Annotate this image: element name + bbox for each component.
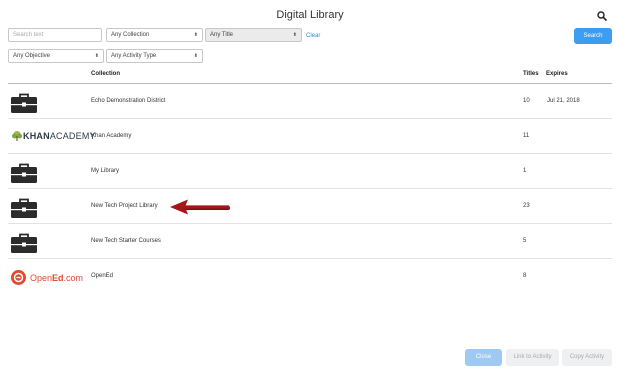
collection-select-value: Any Collection [111,32,150,38]
table-row[interactable]: Echo Demonstration District 10 Jul 21, 2… [8,84,612,119]
select-arrows-icon: ⬍ [193,32,198,38]
briefcase-icon [11,233,37,253]
collection-select[interactable]: Any Collection ⬍ [106,28,203,42]
table-row[interactable]: OpenEd.com OpenEd 8 [8,259,612,294]
row-logo: KHANACADEMY [8,126,96,148]
copy-activity-button[interactable]: Copy Activity [562,349,612,366]
select-arrows-icon: ⬍ [193,53,198,59]
collection-name[interactable]: Khan Academy [91,119,131,154]
collection-name[interactable]: New Tech Project Library [91,189,158,224]
table-row[interactable]: New Tech Project Library 23 [8,189,612,224]
title-select[interactable]: Any Title ⬍ [205,28,302,42]
annotation-arrow-icon [170,199,230,215]
row-logo [8,196,86,218]
objective-select-value: Any Objective [13,53,51,59]
titles-count: 5 [523,238,527,244]
select-arrows-icon: ⬍ [94,53,99,59]
table-row[interactable]: New Tech Starter Courses 5 [8,224,612,259]
titles-count: 11 [523,133,530,139]
leaf-icon [12,131,22,141]
opened-wordmark: OpenEd.com [30,272,84,283]
row-logo [8,231,86,253]
table-row[interactable]: My Library 1 [8,154,612,189]
objective-select[interactable]: Any Objective ⬍ [8,49,104,63]
close-button[interactable]: Close [465,349,502,366]
table-row[interactable]: KHANACADEMY Khan Academy 11 [8,119,612,154]
magnifier-icon[interactable] [596,10,608,22]
titles-count: 23 [523,203,530,209]
select-arrows-icon: ⬍ [292,32,297,38]
column-header-collection: Collection [91,71,121,77]
briefcase-icon [11,198,37,218]
row-logo: OpenEd.com [8,266,86,288]
activity-type-select-value: Any Activity Type [111,53,157,59]
row-logo [8,161,86,183]
column-header-titles: Titles [523,71,539,77]
link-to-activity-button[interactable]: Link to Activity [506,349,559,366]
activity-type-select[interactable]: Any Activity Type ⬍ [106,49,203,63]
search-button[interactable]: Search [574,28,612,44]
clear-link[interactable]: Clear [306,33,320,39]
expires-date: Jul 21, 2018 [547,98,580,104]
briefcase-icon [11,163,37,183]
opened-circle-icon [11,270,26,285]
briefcase-icon [11,93,37,113]
titles-count: 10 [523,98,530,104]
search-input[interactable]: Search text [8,28,102,42]
titles-count: 1 [523,168,527,174]
collection-name[interactable]: My Library [91,154,119,189]
khan-academy-wordmark: KHANACADEMY [23,131,96,141]
titles-count: 8 [523,273,527,279]
title-select-value: Any Title [210,32,234,38]
khan-academy-logo: KHANACADEMY [11,130,96,142]
row-logo [8,91,86,113]
page-title: Digital Library [276,9,344,21]
collection-name[interactable]: Echo Demonstration District [91,84,165,119]
column-header-expires: Expires [546,71,568,77]
opened-logo: OpenEd.com [10,269,83,286]
collection-name[interactable]: OpenEd [91,259,113,294]
collection-name[interactable]: New Tech Starter Courses [91,224,161,259]
